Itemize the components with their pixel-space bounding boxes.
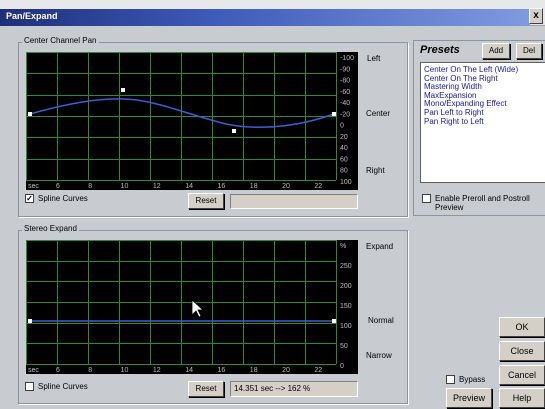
preroll-label-2: Preview (435, 203, 464, 212)
y-tick-label: 0 (340, 363, 344, 370)
preroll-checkbox[interactable]: Enable Preroll and Postroll Preview (422, 194, 530, 212)
y-tick-label: 20 (340, 134, 348, 141)
y-tick-label: -80 (340, 78, 350, 85)
title-bar-fill (0, 9, 530, 26)
x-tick-label: 16 (218, 367, 226, 374)
y-tick-label: 50 (340, 343, 348, 350)
x-tick-label: 6 (56, 183, 60, 190)
envelope-handle[interactable] (232, 129, 236, 133)
envelope-handle[interactable] (332, 112, 336, 116)
bypass-box[interactable] (446, 375, 455, 384)
preroll-label: Enable Preroll and Postroll (435, 194, 530, 203)
y-tick-label: 0 (340, 123, 344, 130)
y-tick-label: 100 (340, 179, 352, 186)
pan-spline-checkbox[interactable]: ✓ Spline Curves (25, 194, 88, 203)
y-tick-label: 200 (340, 283, 352, 290)
pan-spline-box[interactable]: ✓ (25, 194, 34, 203)
pan-group-label: Center Channel Pan (22, 36, 99, 45)
presets-list[interactable]: Center On The Left (Wide) Center On The … (420, 62, 545, 183)
envelope-handle[interactable] (121, 88, 125, 92)
envelope-handle[interactable] (28, 112, 32, 116)
pan-label-left: Left (367, 54, 381, 63)
x-tick-label: 22 (314, 367, 322, 374)
close-window-button[interactable]: x (529, 8, 543, 24)
expand-label-expand: Expand (366, 242, 394, 251)
x-tick-label: 14 (185, 183, 193, 190)
presets-panel: Presets Add Del Center On The Left (Wide… (413, 40, 545, 216)
preview-button[interactable]: Preview (446, 388, 492, 408)
y-tick-label: 80 (340, 168, 348, 175)
pan-reset-button[interactable]: Reset (188, 193, 224, 209)
expand-spline-label: Spline Curves (38, 382, 88, 391)
expand-label-normal: Normal (368, 316, 394, 325)
y-tick-label: -20 (340, 111, 350, 118)
preset-item[interactable]: Pan Right to Left (424, 117, 545, 127)
x-tick-label: 22 (314, 183, 322, 190)
preroll-box[interactable] (422, 194, 431, 203)
pan-envelope-graph[interactable]: -100 -90 -80 -60 -40 -20 0 20 40 60 80 100 sec 6 8 10 1… (26, 52, 358, 190)
y-tick-label: -90 (340, 66, 350, 73)
x-tick-label: 12 (153, 367, 161, 374)
x-tick-label: 12 (153, 183, 161, 190)
ok-button[interactable]: OK (499, 317, 545, 337)
x-tick-label: 20 (282, 183, 290, 190)
y-tick-label: 100 (340, 323, 352, 330)
x-tick-label: 10 (121, 183, 129, 190)
envelope-handle[interactable] (332, 319, 336, 323)
preset-delete-button[interactable]: Del (516, 43, 542, 59)
expand-status-field: 14.351 sec --> 162 % (230, 381, 358, 397)
y-tick-label: 250 (340, 263, 352, 270)
x-tick-label: 16 (218, 183, 226, 190)
x-tick-label: 10 (121, 367, 129, 374)
y-tick-label: 150 (340, 303, 352, 310)
y-tick-label: 40 (340, 145, 348, 152)
x-tick-label: 14 (185, 367, 193, 374)
close-button[interactable]: Close (499, 341, 545, 361)
pan-status-field (230, 194, 358, 209)
title-bar: Pan/Expand x (0, 0, 545, 26)
bypass-checkbox[interactable]: Bypass (446, 375, 485, 384)
expand-spline-box[interactable] (25, 382, 34, 391)
expand-group-label: Stereo Expand (22, 224, 79, 233)
expand-spline-checkbox[interactable]: Spline Curves (25, 382, 88, 391)
y-tick-label: -60 (340, 89, 350, 96)
pan-label-right: Right (366, 166, 385, 175)
expand-envelope-graph[interactable]: % 250 200 150 100 50 0 sec 6 8 10 12 14 16 18 20 22 (26, 240, 358, 374)
bypass-label: Bypass (459, 375, 486, 384)
x-tick-label: 8 (88, 367, 92, 374)
x-tick-label: 20 (282, 367, 290, 374)
x-tick-label: 18 (250, 367, 258, 374)
x-tick-label: 6 (56, 367, 60, 374)
presets-title: Presets (420, 44, 460, 56)
pan-envelope-svg[interactable]: -100 -90 -80 -60 -40 -20 0 20 40 60 80 100 sec 6 8 10 1… (26, 52, 358, 190)
y-tick-label: -40 (340, 100, 350, 107)
cancel-button[interactable]: Cancel (499, 365, 545, 385)
expand-envelope-svg[interactable]: % 250 200 150 100 50 0 sec 6 8 10 12 14 16 18 20 22 (26, 240, 358, 374)
x-tick-label: sec (28, 183, 39, 190)
pan-label-center: Center (366, 109, 391, 118)
expand-reset-button[interactable]: Reset (188, 381, 224, 397)
x-tick-label: 18 (250, 183, 258, 190)
preset-add-button[interactable]: Add (482, 43, 510, 59)
x-tick-label: 8 (88, 183, 92, 190)
help-button[interactable]: Help (499, 388, 545, 408)
envelope-handle[interactable] (28, 319, 32, 323)
y-tick-label: 60 (340, 156, 348, 163)
expand-label-narrow: Narrow (366, 351, 392, 360)
y-tick-label: % (340, 243, 346, 250)
y-tick-label: -100 (340, 55, 354, 62)
pan-spline-label: Spline Curves (38, 194, 88, 203)
x-tick-label: sec (28, 367, 39, 374)
window-title: Pan/Expand (6, 11, 58, 21)
